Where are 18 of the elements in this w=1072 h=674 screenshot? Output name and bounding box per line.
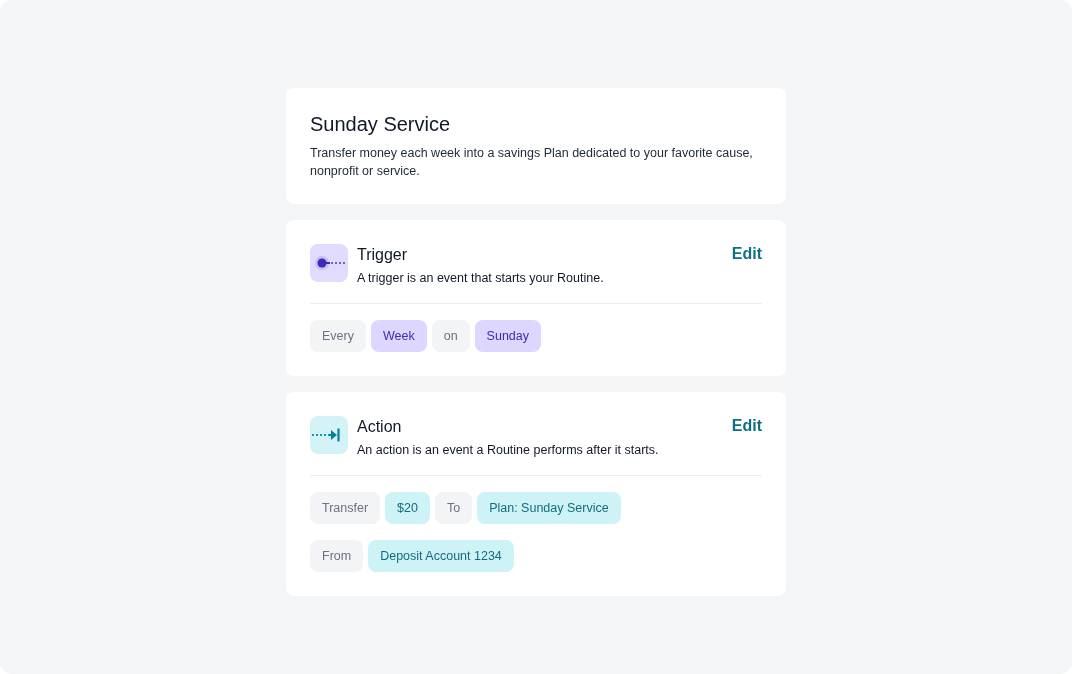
step-description: An action is an event a Routine performs after it starts.	[357, 442, 660, 459]
value-chip: Week	[370, 320, 427, 352]
word-chip: on	[431, 320, 470, 352]
edit-link[interactable]: Edit	[731, 416, 762, 436]
routine-description: Transfer money each week into a savings Plan dedicated to your favorite cause, nonprofit or service.	[310, 145, 754, 180]
word-chip: To	[434, 492, 473, 524]
value-chip: Sunday	[474, 320, 541, 352]
step-title: Action	[357, 417, 403, 437]
word-chip: Every	[310, 320, 366, 352]
routine-title: Sunday Service	[310, 112, 452, 137]
value-chip: $20	[385, 492, 430, 524]
value-chip: Plan: Sunday Service	[477, 492, 621, 524]
value-chip: Deposit Account 1234	[368, 540, 514, 572]
word-chip: Transfer	[310, 492, 381, 524]
edit-link[interactable]: Edit	[731, 244, 762, 264]
step-description: A trigger is an event that starts your Routine.	[357, 270, 605, 287]
step-title: Trigger	[357, 245, 409, 265]
word-chip: From	[310, 540, 364, 572]
